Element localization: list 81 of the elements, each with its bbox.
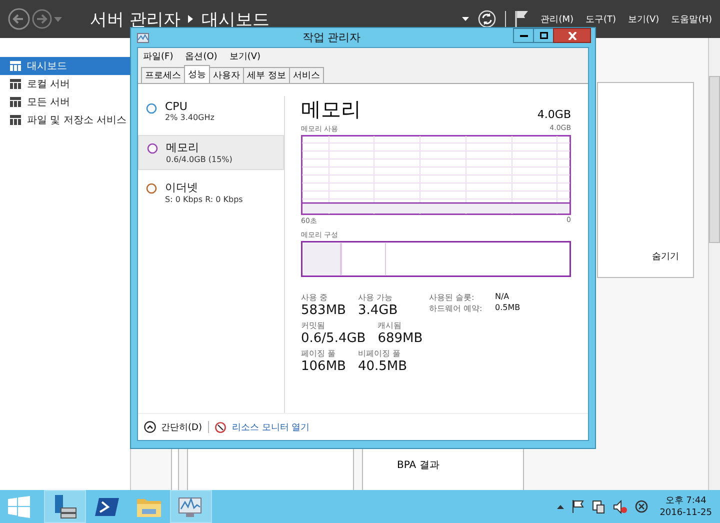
stat-value: 0.5MB [495,303,520,314]
minimize-icon [520,34,528,36]
window-title: 작업 관리자 [301,30,362,45]
bpa-label: BPA 결과 [397,459,440,472]
resource-detail: 0.6/4.0GB (15%) [166,155,232,164]
stat-label: 비페이징 풀 [358,348,402,359]
clock-time[interactable]: 오후 7:44 [665,494,706,506]
app-icon [137,32,149,42]
list-icon [10,61,21,71]
tab[interactable]: 서비스 [288,67,324,83]
minimize-button[interactable] [513,28,534,43]
speaker-muted-icon[interactable] [612,500,627,514]
resource-monitor-icon [214,422,226,432]
network-icon[interactable] [592,500,605,514]
flag-icon[interactable] [572,500,584,513]
stat-value: 40.5MB [358,359,408,374]
shell-icon [95,496,119,516]
sidebar-item[interactable]: 로컬 서버 [0,75,130,93]
list-icon [10,97,21,107]
stat-value: 106MB [301,359,346,374]
stat-label: 사용 가능 [358,292,394,303]
maximize-button[interactable] [533,28,554,43]
menu-item[interactable]: 관리(M) [540,12,574,26]
resource-monitor-link[interactable]: 리소스 모니터 열기 [232,420,310,434]
total-memory: 4.0GB [537,108,571,123]
stat-label: 하드웨어 예약: [429,303,484,314]
resource-name: 이더넷 [165,180,199,195]
stat-value: 3.4GB [358,303,398,318]
separator-icon [188,15,194,23]
menu-item[interactable]: 도움말(H) [671,12,712,26]
sidebar-item[interactable]: 모든 서버 [0,93,130,111]
stat-value: 0.6/5.4GB [301,331,366,346]
close-icon [568,32,576,40]
caret-up-icon[interactable] [556,504,564,508]
menu-item[interactable]: 파일(F) [143,50,174,63]
breadcrumb-item[interactable]: 서버 관리자 [90,8,180,30]
stat-label: 사용된 슬롯: [429,292,476,303]
sidebar-item[interactable]: 대시보드 [0,57,130,75]
server-icon [52,494,78,520]
resource-item[interactable]: 이더넷 S: 0 Kbps R: 0 Kbps [138,176,284,209]
taskbar-app[interactable] [44,490,86,523]
hide-link[interactable]: 숨기기 [652,250,679,263]
menu-item[interactable]: 옵션(O) [185,50,218,63]
refresh-icon[interactable] [478,10,496,28]
forward-icon[interactable] [32,9,52,29]
scroll-thumb[interactable] [709,76,720,243]
close-circle-icon[interactable] [634,500,648,513]
scrollbar[interactable] [708,38,720,490]
panel-title: 메모리 [301,96,361,123]
collapse-icon [144,421,156,433]
stat-label: 페이징 풀 [301,348,337,359]
dropdown-icon[interactable] [462,17,469,21]
resource-name: CPU [165,100,188,113]
menu-item[interactable]: 보기(V) [628,12,660,26]
stat-label: 캐시됨 [378,320,403,331]
back-icon[interactable] [8,8,30,30]
sidebar-item[interactable]: 파일 및 저장소 서비스 [0,111,130,129]
stat-label: 사용 중 [301,292,329,303]
resource-name: 메모리 [166,140,200,155]
resource-detail: 2% 3.40GHz [165,113,214,122]
stat-label: 커밋됨 [301,320,326,331]
maximize-icon [540,32,548,39]
tab[interactable]: 성능 [184,65,210,83]
stat-value: N/A [495,292,510,303]
resource-item[interactable]: 메모리 0.6/4.0GB (15%) [138,135,284,170]
menu-item[interactable]: 보기(V) [229,50,260,63]
flag-icon[interactable] [514,10,529,28]
menu-item[interactable]: 도구(T) [585,12,616,26]
stat-value: 583MB [301,303,346,318]
fewer-details-button[interactable]: 간단히(D) [144,420,202,434]
monitor-icon [178,496,204,518]
resource-detail: S: 0 Kbps R: 0 Kbps [165,195,243,204]
tab[interactable]: 프로세스 [141,67,185,83]
breadcrumb-item[interactable]: 대시보드 [201,8,270,30]
clock-date[interactable]: 2016-11-25 [660,506,712,518]
resource-item[interactable]: CPU 2% 3.40GHz [138,96,284,129]
stat-value: 689MB [378,331,423,346]
list-icon [10,79,21,89]
taskbar-app[interactable] [170,490,212,523]
close-button[interactable] [553,28,591,43]
list-icon [10,115,21,125]
